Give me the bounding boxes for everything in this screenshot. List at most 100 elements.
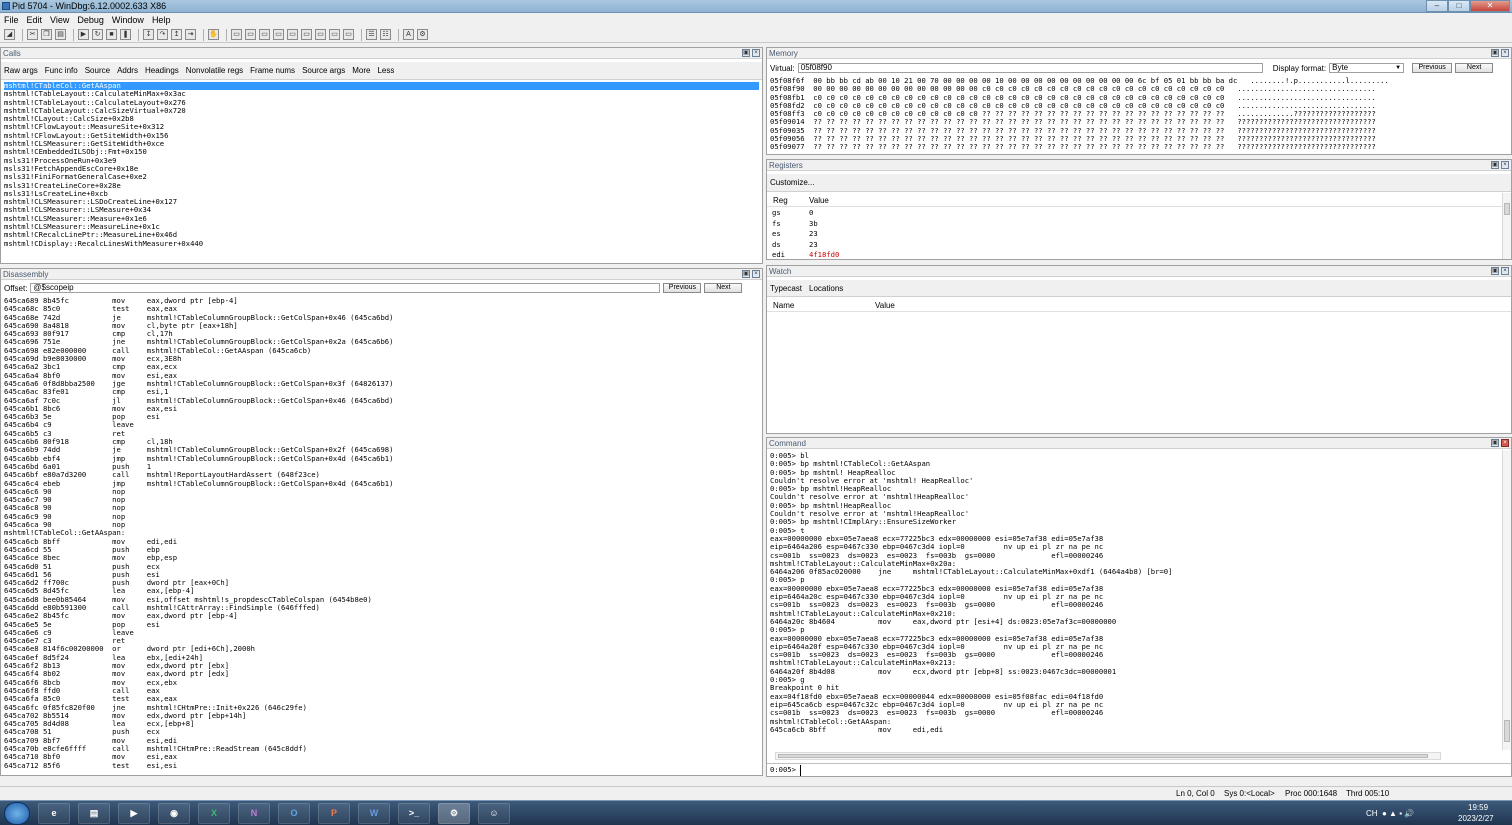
name-column-header[interactable]: Name: [773, 301, 794, 310]
memory-previous-button[interactable]: Previous: [1412, 63, 1453, 73]
pane-dock-icon[interactable]: ▣: [742, 270, 750, 278]
registers-scroll-thumb[interactable]: [1504, 203, 1510, 215]
disassembly-line[interactable]: 645ca6cd 55 push ebp: [4, 546, 759, 554]
media-player-icon[interactable]: ▶: [118, 803, 150, 824]
disassembly-line[interactable]: 645ca6d2 ff700c push dword ptr [eax+0Ch]: [4, 579, 759, 587]
pane-dock-icon[interactable]: ▣: [742, 49, 750, 57]
clock-time[interactable]: 19:59: [1468, 803, 1488, 812]
hex-mode-icon[interactable]: ☷: [380, 29, 391, 40]
memory-row[interactable]: 05f08fd2 c0 c0 c0 c0 c0 c0 c0 c0 c0 c0 c…: [770, 102, 1508, 110]
disassembly-list[interactable]: 645ca689 8b45fc mov eax,dword ptr [ebp-4…: [4, 297, 759, 773]
disassembly-line[interactable]: 645ca6d8 bee0b85464 mov esi,offset mshtm…: [4, 596, 759, 604]
memory-row[interactable]: 05f09056 ?? ?? ?? ?? ?? ?? ?? ?? ?? ?? ?…: [770, 135, 1508, 143]
disassembly-line[interactable]: 645ca6f2 8b13 mov edx,dword ptr [ebx]: [4, 662, 759, 670]
cut-icon[interactable]: ✂: [27, 29, 38, 40]
calls-window-icon[interactable]: ▭: [301, 29, 312, 40]
minimize-icon[interactable]: –: [1426, 0, 1448, 12]
register-row[interactable]: ds 23: [772, 240, 1499, 252]
disassembly-line[interactable]: 645ca6e5 5e pop esi: [4, 621, 759, 629]
disassembly-line[interactable]: 645ca705 8d4d08 lea ecx,[ebp+8]: [4, 720, 759, 728]
call-stack-frame[interactable]: mshtml!CEmbeddedILSObj::Fmt+0x150: [4, 148, 759, 156]
command-window-icon[interactable]: ▭: [231, 29, 242, 40]
pane-dock-icon[interactable]: ▣: [1491, 49, 1499, 57]
pane-close-icon[interactable]: ×: [1501, 267, 1509, 275]
register-row[interactable]: gs 0: [772, 209, 1499, 220]
call-stack-frame[interactable]: mshtml!CTableLayout::CalculateLayout+0x2…: [4, 99, 759, 107]
internet-explorer-icon[interactable]: e: [38, 803, 70, 824]
disassembly-line[interactable]: 645ca6e6 c9 leave: [4, 629, 759, 637]
excel-icon[interactable]: X: [198, 803, 230, 824]
disassembly-line[interactable]: 645ca6c7 90 nop: [4, 496, 759, 504]
input-method-indicator[interactable]: CH: [1366, 809, 1378, 818]
disasm-previous-button[interactable]: Previous: [663, 283, 702, 293]
watch-value-column-header[interactable]: Value: [875, 301, 895, 310]
calls-opt-frame-nums[interactable]: Frame nums: [250, 66, 295, 75]
call-stack-frame[interactable]: mshtml!CRecalcLinePtr::MeasureLine+0x46d: [4, 231, 759, 239]
disassembly-line[interactable]: 645ca69d b9e8030000 mov ecx,3E8h: [4, 355, 759, 363]
disassembly-line[interactable]: 645ca6f4 8b02 mov eax,dword ptr [edx]: [4, 670, 759, 678]
windbg-taskbar-icon[interactable]: ⚙: [438, 803, 470, 824]
file-explorer-icon[interactable]: ▤: [78, 803, 110, 824]
step-over-icon[interactable]: ↷: [157, 29, 168, 40]
memory-row[interactable]: 05f08f6f 00 bb bb cd ab 00 10 21 00 70 0…: [770, 77, 1508, 85]
disassembly-line[interactable]: 645ca6d1 56 push esi: [4, 571, 759, 579]
menu-window[interactable]: Window: [108, 13, 148, 27]
call-stack-frame[interactable]: msls31!ProcessOneRun+0x3e9: [4, 157, 759, 165]
command-vscrollbar[interactable]: [1502, 450, 1511, 750]
pane-close-icon[interactable]: ×: [752, 270, 760, 278]
disassembly-line[interactable]: 645ca689 8b45fc mov eax,dword ptr [ebp-4…: [4, 297, 759, 305]
call-stack-frame[interactable]: msls31!FiniFormatGeneralCase+0xe2: [4, 173, 759, 181]
disassembly-line[interactable]: 645ca698 e82e000000 call mshtml!CTableCo…: [4, 347, 759, 355]
call-stack-frame[interactable]: mshtml!CLSMeasurer::GetSiteWidth+0xce: [4, 140, 759, 148]
disassembly-line[interactable]: 645ca6dd e80b591300 call mshtml!CAttrArr…: [4, 604, 759, 612]
disassembly-line[interactable]: 645ca6b9 74dd je mshtml!CTableColumnGrou…: [4, 446, 759, 454]
disassembly-line[interactable]: 645ca6c8 90 nop: [4, 504, 759, 512]
calls-opt-more[interactable]: More: [352, 66, 370, 75]
call-stack-frame[interactable]: mshtml!CLSMeasurer::LSMeasure+0x34: [4, 206, 759, 214]
watch-tab-typecast[interactable]: Typecast: [770, 284, 802, 293]
pane-dock-icon[interactable]: ▣: [1491, 161, 1499, 169]
disassembly-line[interactable]: 645ca6f6 8bcb mov ecx,ebx: [4, 679, 759, 687]
disassembly-line[interactable]: 645ca6ac 83fe01 cmp esi,1: [4, 388, 759, 396]
disassembly-line[interactable]: 645ca709 8bf7 mov esi,edi: [4, 737, 759, 745]
registers-scrollbar[interactable]: [1502, 193, 1511, 259]
disassembly-line[interactable]: 645ca6b4 c9 leave: [4, 421, 759, 429]
disassembly-line[interactable]: 645ca708 51 push ecx: [4, 728, 759, 736]
memory-row[interactable]: 05f09077 ?? ?? ?? ?? ?? ?? ?? ?? ?? ?? ?…: [770, 143, 1508, 151]
reg-column-header[interactable]: Reg: [773, 196, 788, 205]
command-vscroll-thumb[interactable]: [1504, 720, 1510, 742]
disassembly-line[interactable]: 645ca68e 742d je mshtml!CTableColumnGrou…: [4, 314, 759, 322]
word-icon[interactable]: W: [358, 803, 390, 824]
pane-dock-icon[interactable]: ▣: [1491, 267, 1499, 275]
register-row[interactable]: es 23: [772, 229, 1499, 241]
copy-icon[interactable]: ❐: [41, 29, 52, 40]
disassembly-line[interactable]: 645ca6bd 6a01 push 1: [4, 463, 759, 471]
clock-date[interactable]: 2023/2/27: [1458, 814, 1494, 823]
disassembly-line[interactable]: 645ca712 85f6 test esi,esi: [4, 762, 759, 770]
registers-list[interactable]: gs 0 fs 3b es 23 ds 23 edi 4f18fd0: [772, 209, 1499, 259]
disassembly-line[interactable]: 645ca6cb 8bff mov edi,edi: [4, 538, 759, 546]
memory-row[interactable]: 05f08f90 00 00 00 00 00 00 00 00 00 00 0…: [770, 85, 1508, 93]
call-stack-frame[interactable]: msls31!FetchAppendEscCore+0x18e: [4, 165, 759, 173]
pane-close-icon[interactable]: ×: [1501, 49, 1509, 57]
disassembly-line[interactable]: 645ca6a6 0f8d8bba2500 jge mshtml!CTableC…: [4, 380, 759, 388]
disassembly-line[interactable]: 645ca70b e8cfe6ffff call mshtml!CHtmPre:…: [4, 745, 759, 753]
memory-row[interactable]: 05f08ff3 c0 c0 c0 c0 c0 c0 c0 c0 c0 c0 c…: [770, 110, 1508, 118]
disassembly-line[interactable]: 645ca6ef 8d5f24 lea ebx,[edi+24h]: [4, 654, 759, 662]
call-stack-frame[interactable]: mshtml!CLSMeasurer::Measure+0x1e6: [4, 215, 759, 223]
disassembly-line[interactable]: 645ca6fa 85c0 test eax,eax: [4, 695, 759, 703]
disassembly-line[interactable]: 645ca6a2 3bc1 cmp eax,ecx: [4, 363, 759, 371]
disassembly-line[interactable]: 645ca6d0 51 push ecx: [4, 563, 759, 571]
calls-opt-nonvolatile-regs[interactable]: Nonvolatile regs: [186, 66, 243, 75]
call-stack-frame[interactable]: mshtml!CFlowLayout::GetSiteWidth+0x156: [4, 132, 759, 140]
watch-tab-locations[interactable]: Locations: [809, 284, 843, 293]
memory-window-icon[interactable]: ▭: [287, 29, 298, 40]
photo-viewer-icon[interactable]: ☺: [478, 803, 510, 824]
disassembly-line[interactable]: 645ca6c9 90 nop: [4, 513, 759, 521]
command-input[interactable]: [799, 764, 1511, 776]
disassembly-line[interactable]: 645ca690 8a4818 mov cl,byte ptr [eax+18h…: [4, 322, 759, 330]
disassembly-line[interactable]: 645ca6b6 80f918 cmp cl,18h: [4, 438, 759, 446]
powerpoint-icon[interactable]: P: [318, 803, 350, 824]
customize-button[interactable]: Customize...: [770, 178, 814, 187]
memory-row[interactable]: 05f09014 ?? ?? ?? ?? ?? ?? ?? ?? ?? ?? ?…: [770, 118, 1508, 126]
